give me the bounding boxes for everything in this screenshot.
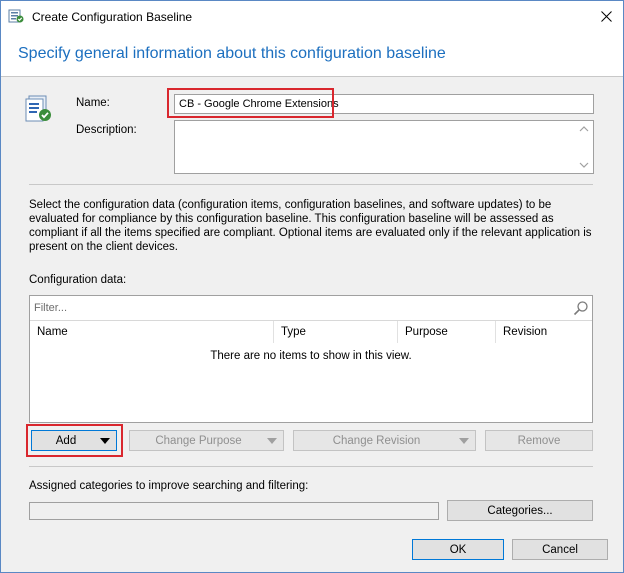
filter-input[interactable]: Filter... <box>34 302 67 314</box>
ok-button[interactable]: OK <box>412 539 504 560</box>
description-label: Description: <box>76 124 137 136</box>
description-scrollbar[interactable] <box>576 121 593 173</box>
cancel-button[interactable]: Cancel <box>512 539 608 560</box>
add-button-label: Add <box>55 434 77 447</box>
page-header: Specify general information about this c… <box>18 45 446 62</box>
title-bar: Create Configuration Baseline <box>1 1 623 32</box>
dialog-window: Create Configuration Baseline Specify ge… <box>0 0 624 573</box>
name-label: Name: <box>76 97 110 109</box>
baseline-icon <box>25 95 51 122</box>
close-button[interactable] <box>589 1 623 32</box>
categories-divider <box>29 466 593 467</box>
categories-button[interactable]: Categories... <box>447 500 593 521</box>
description-input[interactable] <box>174 120 594 174</box>
config-data-label: Configuration data: <box>29 274 127 286</box>
search-icon[interactable] <box>573 300 589 316</box>
dropdown-arrow-icon <box>459 437 469 444</box>
scroll-down-icon[interactable] <box>579 161 589 169</box>
column-header-type[interactable]: Type <box>274 321 398 343</box>
header-band: Specify general information about this c… <box>1 32 623 76</box>
column-header-revision[interactable]: Revision <box>496 321 592 343</box>
section-divider <box>29 184 593 185</box>
change-revision-label: Change Revision <box>332 434 421 447</box>
change-purpose-label: Change Purpose <box>155 434 242 447</box>
name-input[interactable]: CB - Google Chrome Extensions <box>174 94 594 114</box>
remove-button[interactable]: Remove <box>485 430 593 451</box>
change-revision-button[interactable]: Change Revision <box>293 430 476 451</box>
config-data-list: Filter... Name Type Purpose Revision The… <box>29 295 593 423</box>
column-header-name[interactable]: Name <box>30 321 274 343</box>
dropdown-arrow-icon <box>100 437 110 444</box>
column-header-purpose[interactable]: Purpose <box>398 321 496 343</box>
dropdown-arrow-icon <box>267 437 277 444</box>
app-icon <box>8 9 24 23</box>
close-icon <box>600 11 612 22</box>
empty-list-message: There are no items to show in this view. <box>210 350 412 362</box>
categories-field <box>29 502 439 520</box>
header-divider <box>1 76 623 77</box>
window-title: Create Configuration Baseline <box>32 10 193 24</box>
filter-bar: Filter... <box>30 296 592 321</box>
change-purpose-button[interactable]: Change Purpose <box>129 430 284 451</box>
scroll-up-icon[interactable] <box>579 125 589 133</box>
info-text: Select the configuration data (configura… <box>29 199 592 253</box>
add-button[interactable]: Add <box>31 430 117 451</box>
categories-label: Assigned categories to improve searching… <box>29 480 309 492</box>
